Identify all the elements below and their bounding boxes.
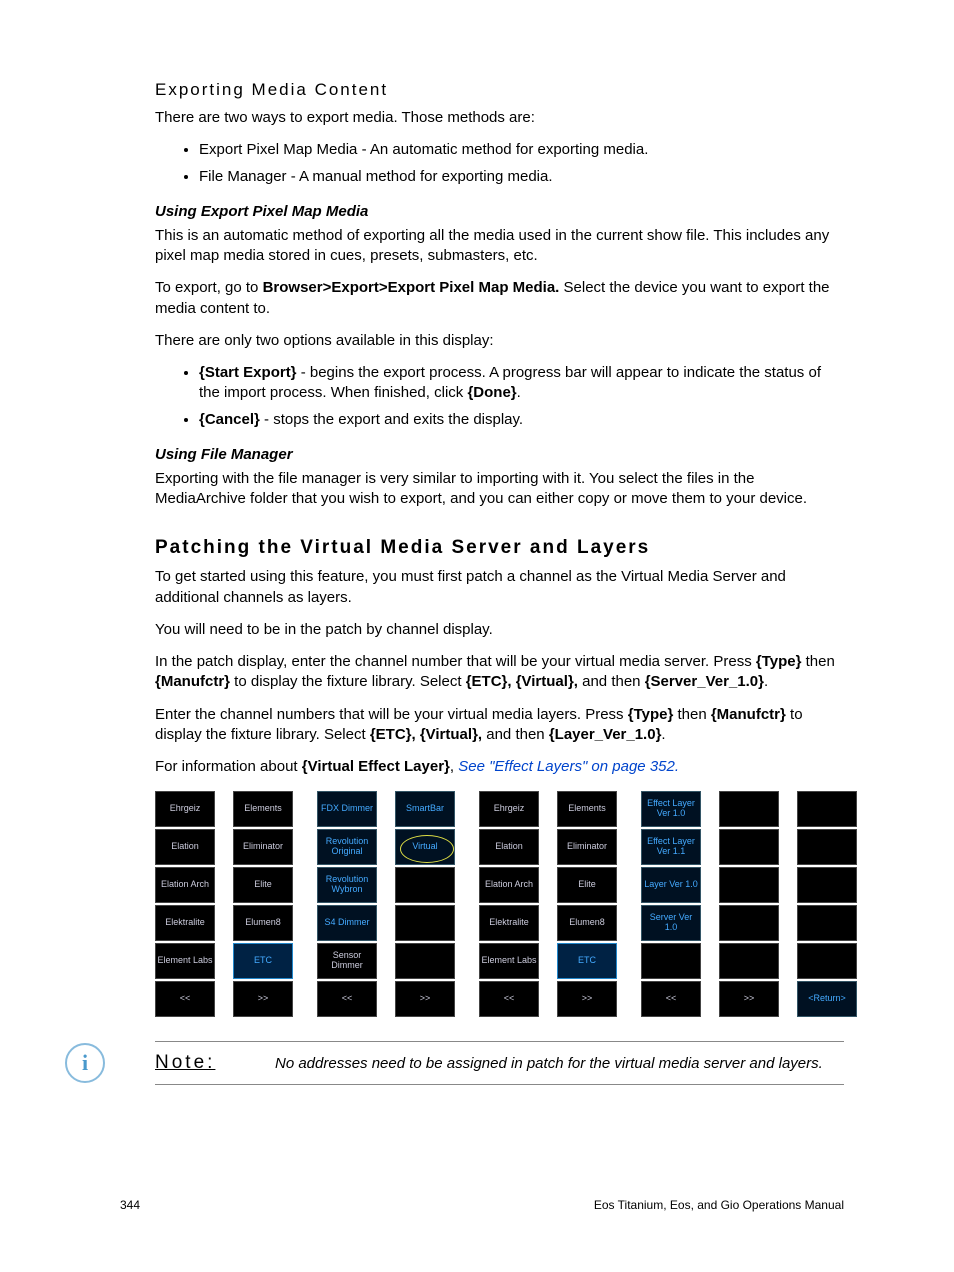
body-text: This is an automatic method of exporting…: [155, 226, 844, 267]
grid-cell[interactable]: [719, 867, 779, 903]
grid-cell[interactable]: Effect Layer Ver 1.0: [641, 791, 701, 827]
grid-cell[interactable]: Elements: [233, 791, 293, 827]
grid-cell[interactable]: Eliminator: [233, 829, 293, 865]
grid-cell[interactable]: <<: [641, 981, 701, 1017]
grid-cell[interactable]: [719, 829, 779, 865]
grid-cell[interactable]: [797, 791, 857, 827]
grid-cell[interactable]: Ehrgeiz: [479, 791, 539, 827]
body-text: For information about {Virtual Effect La…: [155, 757, 844, 777]
body-text: Enter the channel numbers that will be y…: [155, 705, 844, 746]
grid-cell[interactable]: Elite: [557, 867, 617, 903]
body-text: To export, go to Browser>Export>Export P…: [155, 278, 844, 319]
grid-cell[interactable]: Elation Arch: [155, 867, 215, 903]
grid-cell[interactable]: [395, 943, 455, 979]
link-effect-layers[interactable]: See "Effect Layers" on page 352.: [458, 758, 679, 775]
fixture-grid-left: EhrgeizElationElation ArchElektraliteEle…: [155, 791, 293, 1017]
grid-cell[interactable]: SmartBar: [395, 791, 455, 827]
note-text: No addresses need to be assigned in patc…: [275, 1055, 844, 1072]
grid-cell[interactable]: [719, 791, 779, 827]
grid-cell[interactable]: Element Labs: [155, 943, 215, 979]
body-text: You will need to be in the patch by chan…: [155, 620, 844, 640]
grid-cell[interactable]: Layer Ver 1.0: [641, 867, 701, 903]
body-text: In the patch display, enter the channel …: [155, 652, 844, 693]
heading-exporting: Exporting Media Content: [155, 80, 844, 100]
grid-cell[interactable]: Sensor Dimmer: [317, 943, 377, 979]
body-text: To get started using this feature, you m…: [155, 567, 844, 608]
grid-cell[interactable]: <Return>: [797, 981, 857, 1017]
grid-cell[interactable]: >>: [557, 981, 617, 1017]
grid-cell[interactable]: Revolution Original: [317, 829, 377, 865]
intro-text: There are two ways to export media. Thos…: [155, 108, 844, 128]
info-icon: i: [65, 1043, 105, 1083]
grid-cell[interactable]: Element Labs: [479, 943, 539, 979]
grid-cell[interactable]: S4 Dimmer: [317, 905, 377, 941]
body-text: There are only two options available in …: [155, 331, 844, 351]
grid-cell[interactable]: >>: [233, 981, 293, 1017]
grid-cell[interactable]: [395, 905, 455, 941]
grid-cell[interactable]: Effect Layer Ver 1.1: [641, 829, 701, 865]
list-item: {Cancel} - stops the export and exits th…: [199, 410, 844, 430]
grid-cell[interactable]: Elite: [233, 867, 293, 903]
fixture-grid-right: EhrgeizElationElation ArchElektraliteEle…: [479, 791, 617, 1017]
grid-cell[interactable]: [797, 905, 857, 941]
grid-cell[interactable]: Server Ver 1.0: [641, 905, 701, 941]
grid-cell[interactable]: Elements: [557, 791, 617, 827]
grid-cell[interactable]: >>: [719, 981, 779, 1017]
grid-cell[interactable]: [395, 867, 455, 903]
grid-cell[interactable]: [797, 829, 857, 865]
list-item: {Start Export} - begins the export proce…: [199, 363, 844, 404]
grid-cell[interactable]: Elumen8: [233, 905, 293, 941]
grid-cell[interactable]: <<: [155, 981, 215, 1017]
grid-cell[interactable]: >>: [395, 981, 455, 1017]
subheading-pixel-map: Using Export Pixel Map Media: [155, 203, 844, 220]
grid-cell[interactable]: <<: [479, 981, 539, 1017]
page-number: 344: [120, 1198, 140, 1212]
grid-cell[interactable]: Elektralite: [479, 905, 539, 941]
grid-cell[interactable]: Elumen8: [557, 905, 617, 941]
grid-cell[interactable]: Elation: [479, 829, 539, 865]
grid-cell[interactable]: Elation Arch: [479, 867, 539, 903]
grid-cell[interactable]: [641, 943, 701, 979]
grid-cell[interactable]: FDX Dimmer: [317, 791, 377, 827]
list-item: File Manager - A manual method for expor…: [199, 167, 844, 187]
grid-cell[interactable]: Elation: [155, 829, 215, 865]
grid-cell[interactable]: [797, 943, 857, 979]
grid-cell[interactable]: ETC: [557, 943, 617, 979]
grid-cell[interactable]: [797, 867, 857, 903]
subheading-file-manager: Using File Manager: [155, 446, 844, 463]
grid-cell[interactable]: <<: [317, 981, 377, 1017]
footer-title: Eos Titanium, Eos, and Gio Operations Ma…: [594, 1198, 844, 1212]
grid-cell[interactable]: ETC: [233, 943, 293, 979]
list-item: Export Pixel Map Media - An automatic me…: [199, 140, 844, 160]
body-text: Exporting with the file manager is very …: [155, 469, 844, 510]
heading-patching: Patching the Virtual Media Server and La…: [155, 537, 844, 559]
note-label: Note:: [155, 1052, 275, 1074]
grid-cell[interactable]: Virtual: [395, 829, 455, 865]
grid-cell[interactable]: [719, 905, 779, 941]
grid-cell[interactable]: [719, 943, 779, 979]
grid-cell[interactable]: Elektralite: [155, 905, 215, 941]
grid-cell[interactable]: Revolution Wybron: [317, 867, 377, 903]
grid-cell[interactable]: Ehrgeiz: [155, 791, 215, 827]
grid-cell[interactable]: Eliminator: [557, 829, 617, 865]
